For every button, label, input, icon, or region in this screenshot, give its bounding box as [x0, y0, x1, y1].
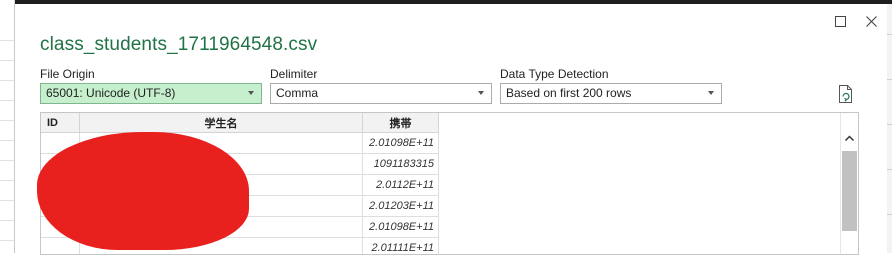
cell-phone: 1091183315 [363, 154, 439, 175]
cell-phone: 2.01098E+11 [363, 133, 439, 154]
column-header-student-name: 学生名 [80, 113, 363, 133]
cell-phone: 2.01098E+11 [363, 217, 439, 238]
cell-phone: 2.01203E+11 [363, 196, 439, 217]
data-type-detection-label: Data Type Detection [500, 67, 609, 81]
cell-phone: 2.0112E+11 [363, 175, 439, 196]
file-origin-dropdown[interactable]: 65001: Unicode (UTF-8) [40, 83, 262, 104]
file-origin-label: File Origin [40, 67, 95, 81]
maximize-icon[interactable] [826, 10, 854, 32]
column-header-phone: 携帯 [363, 113, 439, 133]
delimiter-value: Comma [276, 86, 318, 100]
dialog-title: class_students_1711964548.csv [40, 34, 317, 56]
cell-phone: 2.01111E+11 [363, 238, 439, 255]
close-icon[interactable] [857, 10, 885, 32]
data-type-detection-dropdown[interactable]: Based on first 200 rows [500, 83, 722, 104]
delimiter-label: Delimiter [270, 67, 317, 81]
chevron-up-icon[interactable] [844, 131, 855, 142]
vertical-scrollbar[interactable] [840, 113, 858, 254]
delimiter-dropdown[interactable]: Comma [270, 83, 492, 104]
scrollbar-thumb[interactable] [842, 151, 857, 231]
column-header-id: ID [41, 113, 80, 133]
chevron-down-icon [708, 91, 714, 95]
background-sheet-left [0, 0, 15, 253]
file-origin-value: 65001: Unicode (UTF-8) [46, 86, 175, 100]
redaction-mark [37, 132, 249, 250]
data-type-detection-value: Based on first 200 rows [506, 86, 631, 100]
chevron-down-icon [478, 91, 484, 95]
chevron-down-icon [248, 91, 254, 95]
refresh-icon[interactable] [837, 84, 855, 104]
